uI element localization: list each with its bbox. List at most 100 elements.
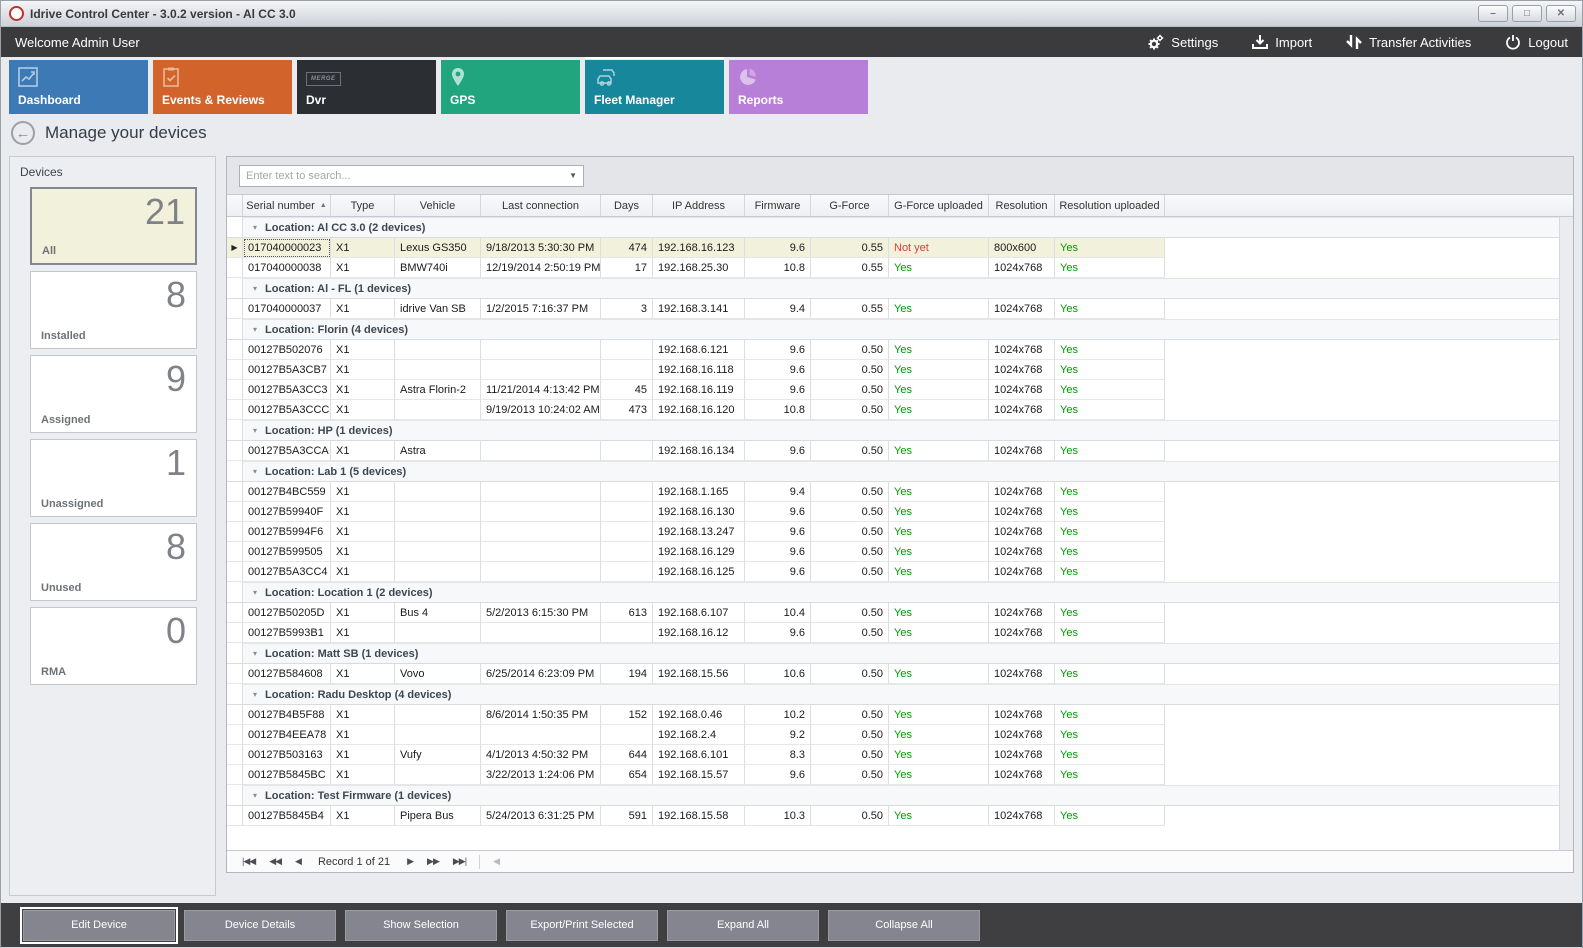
column-header-resolution-uploaded[interactable]: Resolution uploaded (1055, 195, 1165, 216)
cell-ip[interactable]: 192.168.2.4 (653, 725, 745, 745)
vertical-scrollbar[interactable] (1559, 217, 1573, 850)
device-filter-card-assigned[interactable]: 9Assigned (30, 355, 197, 433)
cell-vehicle[interactable] (395, 562, 481, 582)
cell-gforce[interactable]: 0.50 (811, 502, 889, 522)
cell-gforce[interactable]: 0.50 (811, 765, 889, 785)
cell-gforce[interactable]: 0.50 (811, 664, 889, 684)
cell-ip[interactable]: 192.168.16.129 (653, 542, 745, 562)
cell-last-connection[interactable]: 9/19/2013 10:24:02 AM (481, 400, 601, 420)
cell-ip[interactable]: 192.168.16.134 (653, 441, 745, 461)
table-row[interactable]: 017040000037X1idrive Van SB1/2/2015 7:16… (227, 299, 1573, 319)
cell-days[interactable]: 194 (601, 664, 653, 684)
cell-ip[interactable]: 192.168.15.57 (653, 765, 745, 785)
column-header-last-connection[interactable]: Last connection (481, 195, 601, 216)
cell-vehicle[interactable] (395, 623, 481, 643)
cell-last-connection[interactable] (481, 360, 601, 380)
cell-gforce[interactable]: 0.50 (811, 623, 889, 643)
cell-last-connection[interactable]: 4/1/2013 4:50:32 PM (481, 745, 601, 765)
cell-gforce[interactable]: 0.50 (811, 522, 889, 542)
cell-firmware[interactable]: 10.4 (745, 603, 811, 623)
group-row[interactable]: ▾Location: Radu Desktop (4 devices) (227, 684, 1573, 705)
cell-vehicle[interactable] (395, 502, 481, 522)
device-filter-card-installed[interactable]: 8Installed (30, 271, 197, 349)
cell-firmware[interactable]: 9.6 (745, 623, 811, 643)
cell-gforce-uploaded[interactable]: Yes (889, 299, 989, 319)
cell-firmware[interactable]: 10.8 (745, 258, 811, 278)
cell-firmware[interactable]: 9.6 (745, 360, 811, 380)
cell-vehicle[interactable] (395, 765, 481, 785)
group-row[interactable]: ▾Location: Al CC 3.0 (2 devices) (227, 217, 1573, 238)
cell-gforce[interactable]: 0.55 (811, 238, 889, 258)
cell-gforce-uploaded[interactable]: Yes (889, 542, 989, 562)
cell-vehicle[interactable] (395, 340, 481, 360)
settings-button[interactable]: Settings (1147, 34, 1218, 51)
cell-type[interactable]: X1 (331, 258, 395, 278)
cell-resolution[interactable]: 1024x768 (989, 745, 1055, 765)
cell-firmware[interactable]: 9.6 (745, 502, 811, 522)
device-filter-card-all[interactable]: 21All (30, 187, 197, 265)
cell-resolution-uploaded[interactable]: Yes (1055, 562, 1165, 582)
collapse-expander-icon[interactable]: ▾ (253, 223, 257, 232)
cell-resolution-uploaded[interactable]: Yes (1055, 664, 1165, 684)
cell-type[interactable]: X1 (331, 542, 395, 562)
table-row[interactable]: 00127B5845B4X1Pipera Bus5/24/2013 6:31:2… (227, 806, 1573, 826)
cell-serial[interactable]: 00127B5845B4 (243, 806, 331, 826)
tab-reports[interactable]: Reports (729, 60, 868, 114)
cell-vehicle[interactable]: BMW740i (395, 258, 481, 278)
table-row[interactable]: 00127B4B5F88X18/6/2014 1:50:35 PM152192.… (227, 705, 1573, 725)
table-row[interactable]: 00127B5A3CB7X1192.168.16.1189.60.50Yes10… (227, 360, 1573, 380)
cell-gforce[interactable]: 0.50 (811, 482, 889, 502)
cell-type[interactable]: X1 (331, 522, 395, 542)
cell-days[interactable] (601, 522, 653, 542)
column-header-gforce[interactable]: G-Force (811, 195, 889, 216)
cell-gforce-uploaded[interactable]: Yes (889, 380, 989, 400)
cell-gforce[interactable]: 0.50 (811, 360, 889, 380)
table-row[interactable]: 00127B5845BCX13/22/2013 1:24:06 PM654192… (227, 765, 1573, 785)
cell-resolution-uploaded[interactable]: Yes (1055, 238, 1165, 258)
cell-days[interactable]: 473 (601, 400, 653, 420)
cell-firmware[interactable]: 9.6 (745, 340, 811, 360)
close-button[interactable]: ✕ (1546, 5, 1576, 22)
cell-firmware[interactable]: 8.3 (745, 745, 811, 765)
cell-firmware[interactable]: 9.4 (745, 482, 811, 502)
group-row[interactable]: ▾Location: Test Firmware (1 devices) (227, 785, 1573, 806)
cell-firmware[interactable]: 10.8 (745, 400, 811, 420)
table-row[interactable]: 00127B584608X1Vovo6/25/2014 6:23:09 PM19… (227, 664, 1573, 684)
cell-gforce[interactable]: 0.50 (811, 380, 889, 400)
cell-resolution[interactable]: 1024x768 (989, 360, 1055, 380)
cell-type[interactable]: X1 (331, 340, 395, 360)
cell-last-connection[interactable]: 1/2/2015 7:16:37 PM (481, 299, 601, 319)
cell-resolution-uploaded[interactable]: Yes (1055, 258, 1165, 278)
cell-days[interactable]: 45 (601, 380, 653, 400)
cell-resolution-uploaded[interactable]: Yes (1055, 441, 1165, 461)
cell-firmware[interactable]: 10.6 (745, 664, 811, 684)
cell-ip[interactable]: 192.168.3.141 (653, 299, 745, 319)
back-button[interactable]: ← (11, 121, 35, 145)
cell-type[interactable]: X1 (331, 380, 395, 400)
cell-type[interactable]: X1 (331, 765, 395, 785)
cell-ip[interactable]: 192.168.15.56 (653, 664, 745, 684)
cell-resolution-uploaded[interactable]: Yes (1055, 806, 1165, 826)
table-row[interactable]: 00127B599505X1192.168.16.1299.60.50Yes10… (227, 542, 1573, 562)
cell-gforce-uploaded[interactable]: Yes (889, 441, 989, 461)
cell-vehicle[interactable] (395, 705, 481, 725)
cell-serial[interactable]: 00127B5994F6 (243, 522, 331, 542)
cell-resolution[interactable]: 1024x768 (989, 725, 1055, 745)
cell-days[interactable]: 644 (601, 745, 653, 765)
collapse-expander-icon[interactable]: ▾ (253, 467, 257, 476)
cell-last-connection[interactable]: 6/25/2014 6:23:09 PM (481, 664, 601, 684)
cell-gforce-uploaded[interactable]: Yes (889, 705, 989, 725)
cell-ip[interactable]: 192.168.6.101 (653, 745, 745, 765)
cell-serial[interactable]: 00127B50205D (243, 603, 331, 623)
cell-last-connection[interactable]: 12/19/2014 2:50:19 PM (481, 258, 601, 278)
cell-resolution[interactable]: 1024x768 (989, 705, 1055, 725)
cell-gforce-uploaded[interactable]: Yes (889, 623, 989, 643)
cell-days[interactable] (601, 482, 653, 502)
cell-gforce[interactable]: 0.50 (811, 441, 889, 461)
cell-days[interactable]: 3 (601, 299, 653, 319)
cell-gforce-uploaded[interactable]: Yes (889, 562, 989, 582)
chevron-down-icon[interactable]: ▼ (569, 171, 577, 180)
expand-all-button[interactable]: Expand All (667, 910, 819, 941)
cell-serial[interactable]: 017040000037 (243, 299, 331, 319)
cell-firmware[interactable]: 9.6 (745, 441, 811, 461)
